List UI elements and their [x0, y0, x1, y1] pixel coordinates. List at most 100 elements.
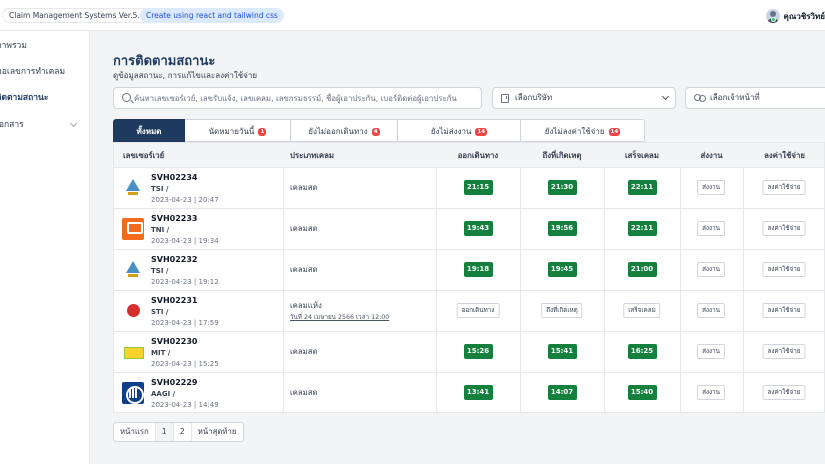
tracking-table: เลขเซอร์เวย์ ประเภทเคลม ออกเดินทาง ถึงที… — [113, 142, 825, 413]
column-divider — [436, 209, 437, 249]
sidebar-item-documents[interactable]: เอกสาร — [0, 118, 90, 132]
sidebar: ภาพรวม ขอเลขการทำเคลม ติดตามสถานะ เอกสาร — [0, 31, 90, 464]
col-expense: ลงค่าใช้จ่าย — [764, 151, 805, 160]
appointment-date-link[interactable]: วันที่ 24 เมษายน 2566 เวลา 12:00 — [290, 312, 389, 322]
send-work-button[interactable]: ส่งงาน — [697, 303, 725, 318]
record-expense-button[interactable]: ลงค่าใช้จ่าย — [762, 221, 806, 236]
arrive-time-badge: 15:41 — [547, 344, 577, 359]
claim-type: เคลมสด — [290, 265, 318, 274]
column-divider — [743, 332, 744, 372]
column-divider — [680, 291, 681, 331]
column-divider — [520, 209, 521, 249]
column-divider — [520, 373, 521, 412]
column-divider — [436, 373, 437, 412]
table-row: SVH02231 STI / 2023-04-23 | 17:59 เคลมแห้งว… — [114, 291, 824, 332]
page-1-button[interactable]: 1 — [155, 423, 174, 441]
column-divider — [283, 168, 284, 208]
claim-type: เคลมสด — [290, 388, 318, 397]
survey-number[interactable]: SVH02234 — [151, 173, 197, 182]
column-divider — [604, 291, 605, 331]
survey-number[interactable]: SVH02231 — [151, 296, 197, 305]
send-work-button[interactable]: ส่งงาน — [697, 221, 725, 236]
first-page-button[interactable]: หน้าแรก — [114, 423, 156, 441]
sidebar-item-tracking[interactable]: ติดตามสถานะ — [0, 91, 90, 105]
finish-time-badge: 22:11 — [627, 221, 657, 236]
finish-button[interactable]: เสร็จเคลม — [623, 303, 661, 318]
depart-time-badge: 13:41 — [463, 385, 493, 400]
arrive-button[interactable]: ถึงที่เกิดเหตุ — [541, 303, 583, 318]
column-divider — [283, 373, 284, 412]
staff-select[interactable]: เลือกเจ้าหน้าที่ — [685, 87, 825, 109]
arrive-time-badge: 14:07 — [547, 385, 577, 400]
send-work-button[interactable]: ส่งงาน — [697, 262, 725, 277]
record-expense-button[interactable]: ลงค่าใช้จ่าย — [762, 262, 806, 277]
tab-not-departed[interactable]: ยังไม่ออกเดินทาง 4 — [291, 119, 398, 142]
last-page-button[interactable]: หน้าสุดท้าย — [192, 423, 243, 441]
count-badge: 14 — [475, 128, 488, 136]
insurer-code: TSI / — [151, 185, 169, 193]
column-divider — [743, 209, 744, 249]
tab-all[interactable]: ทั้งหมด — [113, 119, 185, 142]
staff-select-label: เลือกเจ้าหน้าที่ — [710, 93, 760, 102]
column-divider — [680, 332, 681, 372]
arrive-time-badge: 19:56 — [547, 221, 577, 236]
aagi-logo-icon — [122, 382, 144, 404]
sidebar-item-request-claim[interactable]: ขอเลขการทำเคลม — [0, 65, 90, 79]
finish-time-badge: 22:11 — [627, 180, 657, 195]
tagline-badge: Create using react and tailwind css — [140, 8, 284, 23]
tab-not-submitted[interactable]: ยังไม่ส่งงาน 14 — [398, 119, 521, 142]
created-datetime: 2023-04-23 | 19:12 — [151, 278, 219, 286]
column-divider — [680, 250, 681, 290]
mit-logo-icon — [122, 341, 144, 363]
table-row: SVH02229 AAGI / 2023-04-23 | 14:49 เคลมสด 13… — [114, 373, 824, 412]
record-expense-button[interactable]: ลงค่าใช้จ่าย — [762, 303, 806, 318]
column-divider — [680, 168, 681, 208]
page-2-button[interactable]: 2 — [174, 423, 192, 441]
col-survey-no: เลขเซอร์เวย์ — [123, 151, 165, 160]
tab-no-expense[interactable]: ยังไม่ลงค่าใช้จ่าย 14 — [521, 119, 645, 142]
column-divider — [604, 250, 605, 290]
created-datetime: 2023-04-23 | 14:49 — [151, 401, 219, 409]
table-row: SVH02232 TSI / 2023-04-23 | 19:12 เคลมสด 19:… — [114, 250, 824, 291]
survey-number[interactable]: SVH02232 — [151, 255, 197, 264]
company-select[interactable]: เลือกบริษัท — [492, 87, 676, 109]
col-send: ส่งงาน — [700, 151, 723, 160]
record-expense-button[interactable]: ลงค่าใช้จ่าย — [762, 344, 806, 359]
survey-number[interactable]: SVH02230 — [151, 337, 197, 346]
column-divider — [520, 168, 521, 208]
tsi-logo-icon — [122, 177, 144, 199]
building-icon — [501, 94, 509, 103]
col-finish: เสร็จเคลม — [625, 151, 659, 160]
table-row: SVH02233 TNI / 2023-04-23 | 19:34 เคลมสด 19:… — [114, 209, 824, 250]
search-input[interactable] — [134, 90, 479, 106]
count-badge: 14 — [608, 128, 621, 136]
count-badge: 4 — [371, 128, 380, 136]
survey-number[interactable]: SVH02233 — [151, 214, 197, 223]
table-header: เลขเซอร์เวย์ ประเภทเคลม ออกเดินทาง ถึงที… — [114, 143, 824, 168]
claim-type: เคลมแห้ง — [290, 301, 322, 310]
col-arrive: ถึงที่เกิดเหตุ — [542, 151, 582, 160]
page-subtitle: ดูข้อมูลสถานะ, การแก้ไขและลงค่าใช้จ่าย — [113, 71, 258, 80]
survey-number[interactable]: SVH02229 — [151, 378, 197, 387]
claim-type: เคลมสด — [290, 224, 318, 233]
tsi-logo-icon — [122, 259, 144, 281]
column-divider — [436, 250, 437, 290]
column-divider — [283, 291, 284, 331]
send-work-button[interactable]: ส่งงาน — [697, 344, 725, 359]
depart-button[interactable]: ออกเดินทาง — [456, 303, 500, 318]
col-depart: ออกเดินทาง — [457, 151, 499, 160]
search-icon — [122, 93, 131, 102]
depart-time-badge: 21:15 — [463, 180, 493, 195]
tab-today-appointment[interactable]: นัดหมายวันนี้ 1 — [185, 119, 291, 142]
record-expense-button[interactable]: ลงค่าใช้จ่าย — [762, 180, 806, 195]
column-divider — [680, 209, 681, 249]
column-divider — [520, 250, 521, 290]
finish-time-badge: 15:40 — [627, 385, 657, 400]
user-menu[interactable]: คุณวชิรวิทย์ — [765, 7, 825, 25]
sidebar-item-overview[interactable]: ภาพรวม — [0, 39, 90, 53]
page-title: การติดตามสถานะ — [113, 54, 216, 69]
record-expense-button[interactable]: ลงค่าใช้จ่าย — [762, 385, 806, 400]
tni-logo-icon — [122, 218, 144, 240]
send-work-button[interactable]: ส่งงาน — [697, 180, 725, 195]
send-work-button[interactable]: ส่งงาน — [697, 385, 725, 400]
